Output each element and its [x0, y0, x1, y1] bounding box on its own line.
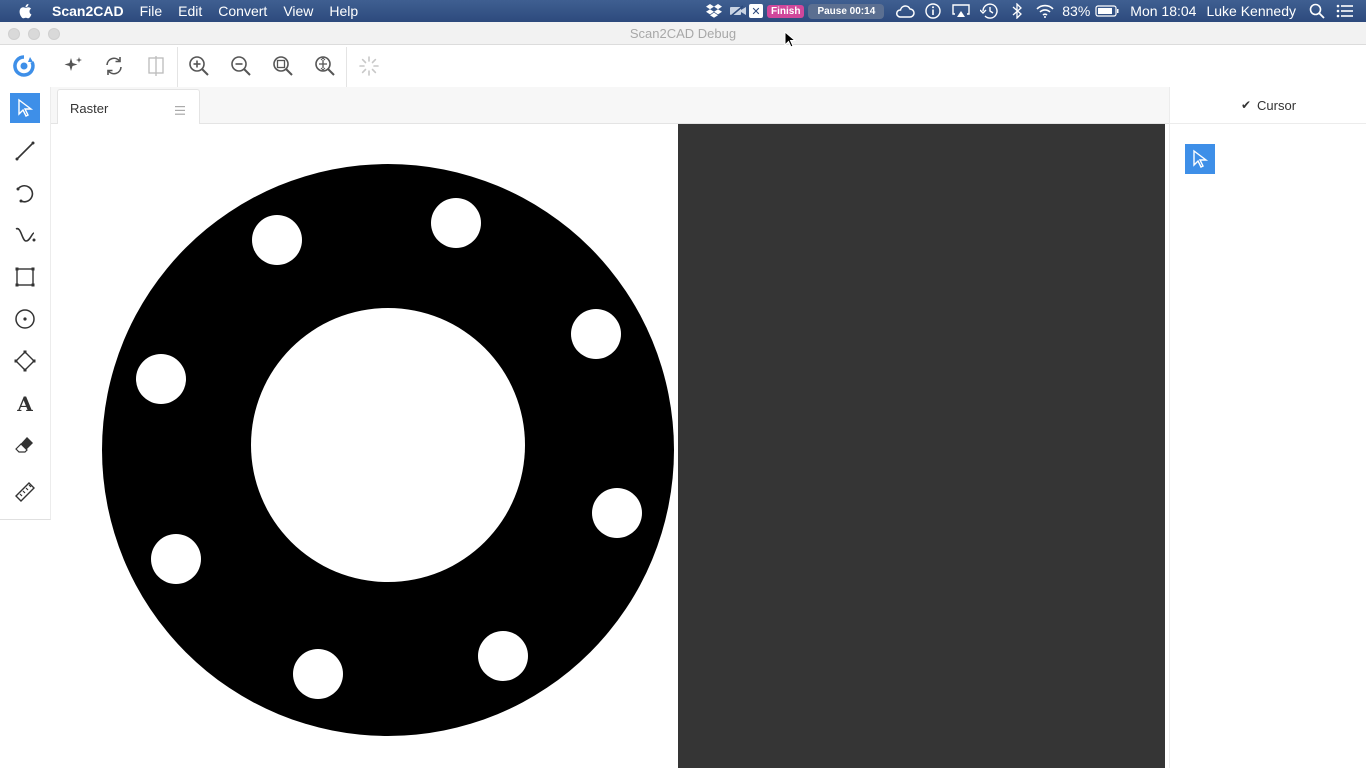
drawing-toolbox: A — [0, 87, 51, 520]
toolbar-divider — [346, 47, 347, 87]
magic-sparkle-icon[interactable] — [60, 53, 86, 79]
tab-raster[interactable]: Raster — [57, 89, 200, 124]
raster-flange-image — [102, 164, 674, 736]
spotlight-search-icon[interactable] — [1306, 0, 1328, 22]
select-tool-button[interactable] — [10, 93, 40, 123]
loading-spinner-icon — [356, 53, 382, 79]
curve-tool-button[interactable] — [10, 220, 40, 250]
line-tool-button[interactable] — [10, 136, 40, 166]
vector-preview-panel — [678, 124, 1165, 768]
apple-icon[interactable] — [18, 3, 36, 19]
arc-tool-button[interactable] — [10, 178, 40, 208]
properties-panel: ✔ Cursor — [1169, 87, 1366, 768]
zoom-in-icon[interactable] — [186, 53, 212, 79]
eraser-tool-button[interactable] — [10, 430, 40, 460]
tab-menu-icon[interactable] — [175, 102, 185, 115]
measure-tool-button[interactable] — [10, 477, 40, 507]
cursor-mode-button[interactable] — [1185, 144, 1215, 174]
dropbox-icon[interactable] — [703, 0, 725, 22]
menu-clock[interactable]: Mon 18:04 — [1130, 3, 1196, 19]
cloud-icon[interactable] — [894, 0, 916, 22]
pause-timer-button[interactable]: Pause 00:14 — [808, 3, 885, 19]
zoom-selection-icon[interactable] — [312, 53, 338, 79]
checkmark-icon: ✔ — [1240, 98, 1252, 112]
battery-icon[interactable] — [1094, 0, 1120, 22]
zoom-out-icon[interactable] — [228, 53, 254, 79]
document-tab-strip: Raster — [51, 87, 1169, 124]
time-machine-icon[interactable] — [978, 0, 1000, 22]
camera-off-icon[interactable] — [727, 0, 749, 22]
battery-percentage[interactable]: 83% — [1062, 3, 1090, 19]
polygon-tool-button[interactable] — [10, 346, 40, 376]
menu-help[interactable]: Help — [329, 3, 358, 19]
zoom-fit-icon[interactable] — [270, 53, 296, 79]
rectangle-tool-button[interactable] — [10, 262, 40, 292]
raster-canvas[interactable] — [51, 124, 1169, 768]
menu-app-name[interactable]: Scan2CAD — [52, 3, 124, 19]
notification-center-icon[interactable] — [1334, 0, 1356, 22]
wifi-icon[interactable] — [1034, 0, 1056, 22]
text-tool-button[interactable]: A — [10, 388, 40, 418]
menu-file[interactable]: File — [140, 3, 163, 19]
airplay-icon[interactable] — [950, 0, 972, 22]
panel-title: Cursor — [1257, 97, 1297, 113]
mouse-pointer-icon — [784, 31, 796, 48]
tab-raster-label: Raster — [70, 101, 109, 116]
menu-convert[interactable]: Convert — [218, 3, 267, 19]
menu-bar: Scan2CAD File Edit Convert View Help ✕ F… — [0, 0, 1366, 22]
menu-user-name[interactable]: Luke Kennedy — [1206, 3, 1296, 19]
panel-header: ✔ Cursor — [1170, 87, 1366, 124]
main-toolbar — [0, 45, 1366, 87]
close-recording-icon[interactable]: ✕ — [748, 4, 763, 18]
split-view-icon[interactable] — [143, 53, 169, 79]
finish-button[interactable]: Finish — [766, 4, 805, 18]
bluetooth-icon[interactable] — [1006, 0, 1028, 22]
svg-text:A: A — [16, 392, 33, 414]
refresh-icon[interactable] — [101, 53, 127, 79]
circle-tool-button[interactable] — [10, 304, 40, 334]
menu-view[interactable]: View — [283, 3, 313, 19]
menu-edit[interactable]: Edit — [178, 3, 202, 19]
toolbar-divider — [177, 47, 178, 87]
window-title-bar: Scan2CAD Debug — [0, 22, 1366, 45]
info-icon[interactable] — [922, 0, 944, 22]
scan2cad-logo-icon[interactable] — [11, 53, 37, 79]
window-title: Scan2CAD Debug — [629, 26, 737, 41]
